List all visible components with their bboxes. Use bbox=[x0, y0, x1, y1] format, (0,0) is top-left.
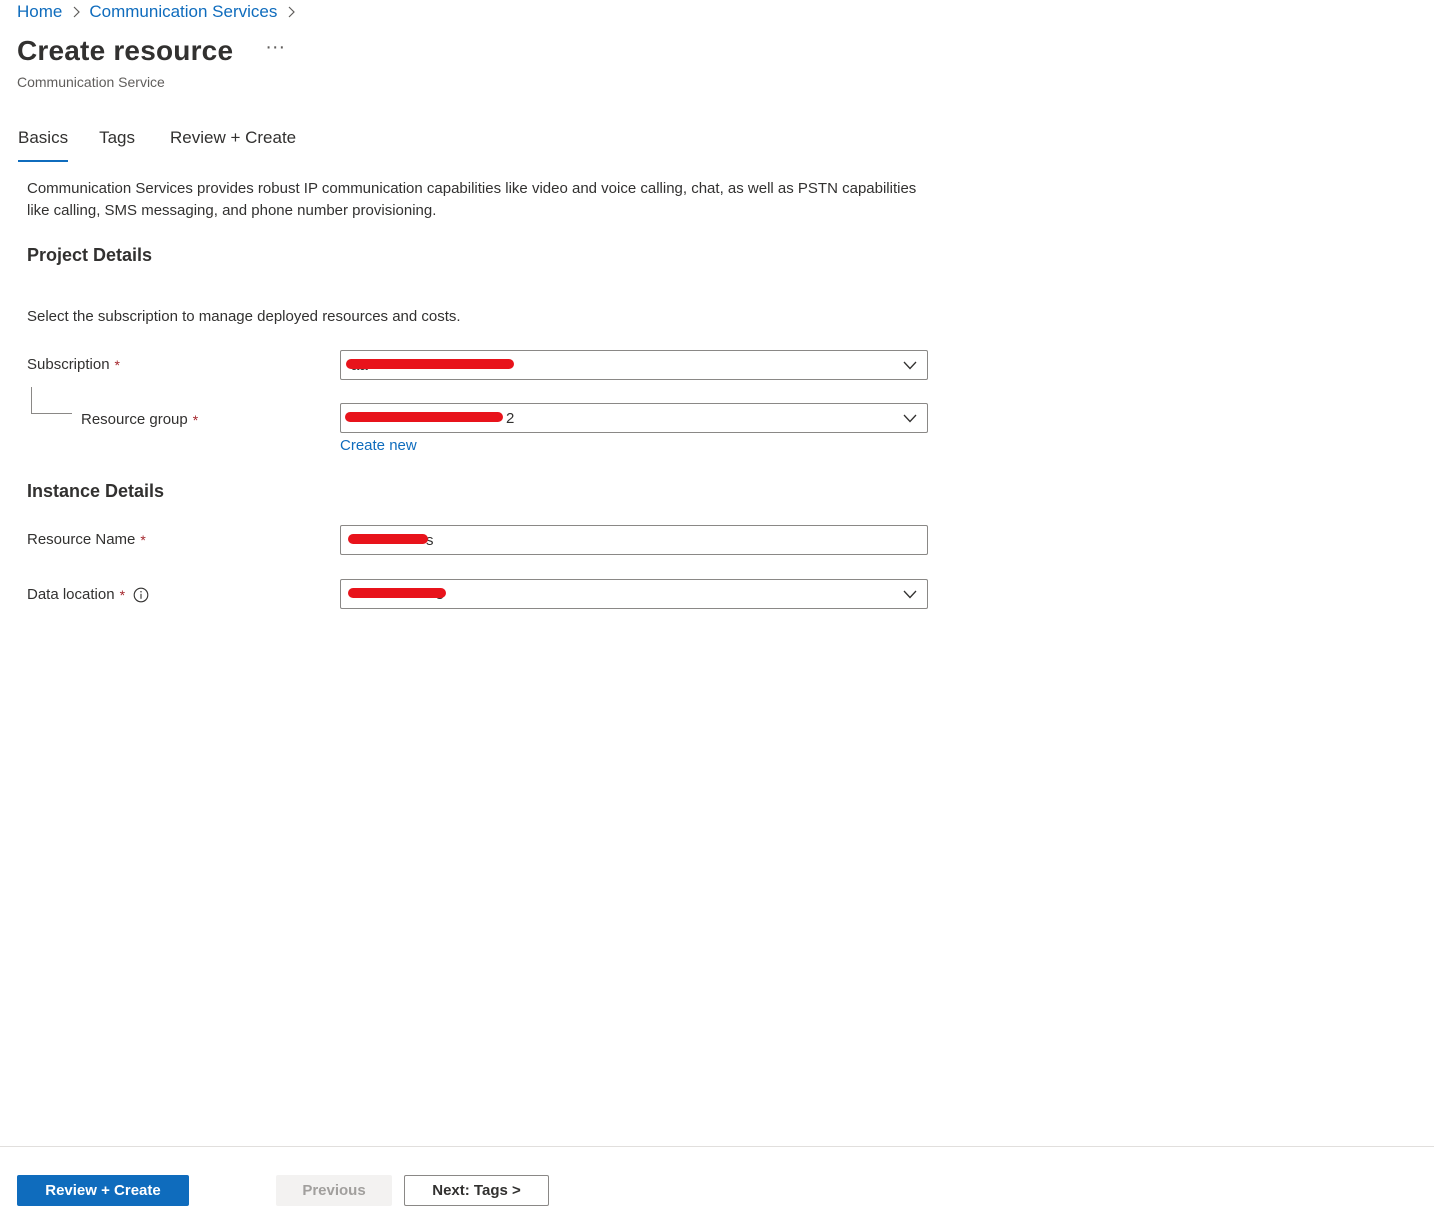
resource-group-value: 2 bbox=[506, 409, 515, 427]
subscription-value: aa bbox=[351, 356, 368, 374]
page-header: Create resource ··· bbox=[17, 35, 287, 67]
subscription-label-text: Subscription bbox=[27, 356, 110, 373]
data-location-value: s bbox=[436, 585, 444, 603]
subscription-select[interactable]: aa bbox=[340, 350, 928, 380]
project-details-helper: Select the subscription to manage deploy… bbox=[27, 308, 461, 325]
info-icon[interactable] bbox=[133, 587, 149, 603]
data-location-select[interactable]: s bbox=[340, 579, 928, 609]
chevron-right-icon bbox=[277, 6, 304, 18]
chevron-down-icon bbox=[903, 590, 917, 598]
resource-name-value: s bbox=[426, 531, 434, 549]
resource-group-select[interactable]: 2 bbox=[340, 403, 928, 433]
resource-name-input[interactable]: s bbox=[340, 525, 928, 555]
instance-details-heading: Instance Details bbox=[27, 481, 165, 501]
subscription-label: Subscription * bbox=[27, 356, 120, 373]
data-location-label: Data location * bbox=[27, 586, 149, 603]
chevron-down-icon bbox=[903, 361, 917, 369]
page-subtitle: Communication Service bbox=[17, 74, 165, 90]
resource-name-label: Resource Name * bbox=[27, 531, 146, 548]
intro-text: Communication Services provides robust I… bbox=[27, 180, 917, 219]
resource-group-label: Resource group * bbox=[81, 411, 198, 428]
required-mark: * bbox=[119, 586, 126, 603]
tree-connector bbox=[31, 387, 72, 414]
more-icon[interactable]: ··· bbox=[263, 37, 287, 65]
next-tags-button[interactable]: Next: Tags > bbox=[404, 1175, 549, 1206]
page-title: Create resource bbox=[17, 35, 234, 66]
required-mark: * bbox=[192, 411, 199, 428]
resource-name-label-text: Resource Name bbox=[27, 531, 136, 548]
project-details-heading: Project Details bbox=[27, 245, 153, 265]
tab-bar: Basics Tags Review + Create bbox=[18, 128, 296, 162]
required-mark: * bbox=[140, 531, 146, 548]
review-create-button[interactable]: Review + Create bbox=[17, 1175, 189, 1206]
tab-tags[interactable]: Tags bbox=[99, 128, 135, 162]
data-location-label-text: Data location bbox=[27, 586, 115, 603]
tab-review-create[interactable]: Review + Create bbox=[170, 128, 296, 162]
chevron-right-icon bbox=[62, 6, 89, 18]
footer-divider bbox=[0, 1146, 1434, 1147]
create-new-link[interactable]: Create new bbox=[340, 437, 417, 454]
breadcrumb-communication-services-link[interactable]: Communication Services bbox=[89, 2, 277, 22]
breadcrumb-home-link[interactable]: Home bbox=[17, 2, 62, 22]
required-mark: * bbox=[114, 356, 120, 373]
tab-basics[interactable]: Basics bbox=[18, 128, 69, 162]
resource-group-label-text: Resource group bbox=[81, 411, 188, 428]
previous-button[interactable]: Previous bbox=[276, 1175, 392, 1206]
breadcrumb: Home Communication Services bbox=[17, 1, 304, 23]
chevron-down-icon bbox=[903, 414, 917, 422]
